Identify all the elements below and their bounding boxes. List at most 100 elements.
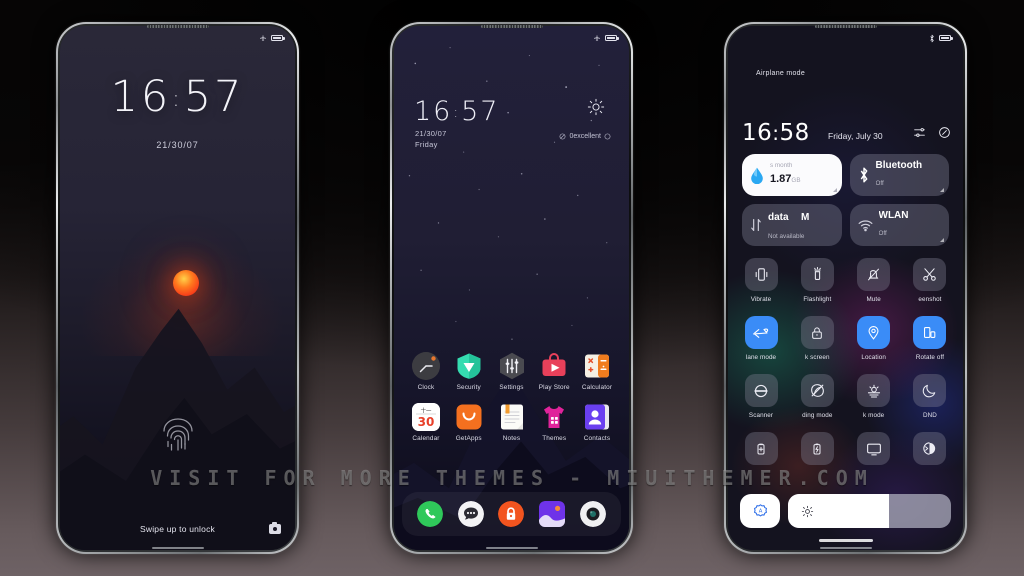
toggle-label: k screen	[805, 354, 830, 361]
toggle-label: Location	[861, 354, 886, 361]
bottom-chin	[151, 547, 204, 549]
weather-status[interactable]: 0excellent	[559, 133, 611, 140]
home-clock-widget[interactable]: 16:57	[414, 96, 499, 127]
tile-expand-corner[interactable]	[832, 188, 837, 192]
data-usage-tile[interactable]: s month 1.87GB	[742, 154, 842, 196]
toggle-screenshot[interactable]: eenshot	[907, 258, 953, 303]
app-getapps[interactable]: GetApps	[449, 403, 489, 442]
home-clock-hours: 16	[414, 96, 453, 127]
toggle-label: Mute	[866, 296, 881, 303]
toggle-reading-mode[interactable]: ding mode	[794, 374, 840, 419]
airplane-icon	[593, 34, 601, 42]
bottom-chin	[485, 547, 538, 549]
status-right	[259, 34, 285, 42]
camera-lens-icon[interactable]	[579, 501, 606, 527]
lock-clock-separator: :	[172, 87, 183, 112]
toggle-rotate[interactable]: Rotate off	[907, 316, 953, 361]
app-play-store[interactable]: Play Store	[534, 352, 574, 391]
app-security[interactable]: Security	[449, 352, 489, 391]
toggle-airplane-mode[interactable]: lane mode	[738, 316, 784, 361]
cc-clock-minutes: 58	[779, 120, 810, 146]
toggle-mute[interactable]: Mute	[851, 258, 897, 303]
lock-icon[interactable]	[498, 501, 525, 527]
battery-icon	[271, 34, 285, 42]
brightness-slider[interactable]	[788, 494, 951, 528]
play-store-icon	[540, 352, 568, 380]
status-right	[593, 34, 619, 42]
auto-brightness-icon[interactable]: A	[740, 494, 780, 528]
app-settings[interactable]: Settings	[492, 352, 532, 391]
svg-text:30: 30	[418, 415, 435, 429]
messages-icon[interactable]	[457, 501, 484, 527]
toggle-battery-charge[interactable]	[794, 432, 840, 470]
status-right	[929, 34, 953, 43]
lock-clock-minutes: 57	[183, 72, 245, 122]
toggle-dnd[interactable]: DND	[907, 374, 953, 419]
home-clock-minutes: 57	[461, 96, 500, 127]
toggle-flashlight[interactable]: Flashlight	[794, 258, 840, 303]
app-label: Notes	[502, 435, 521, 442]
cc-date: Friday, July 30	[828, 131, 883, 141]
toggle-dark-mode[interactable]	[907, 432, 953, 470]
gallery-icon[interactable]	[539, 501, 566, 527]
calendar-icon: 十一 30	[412, 403, 440, 431]
cast-screen-icon	[857, 432, 891, 465]
mobile-data-text: data M Not available	[768, 207, 809, 244]
rotate-icon	[913, 316, 947, 349]
app-label: Settings	[499, 384, 524, 391]
data-arrows-icon	[750, 218, 762, 232]
security-shield-icon	[455, 352, 483, 380]
toggle-label: Rotate off	[915, 354, 945, 361]
app-label: Clock	[417, 384, 435, 391]
toggle-battery-saver[interactable]	[738, 432, 784, 470]
toggle-label: lane mode	[745, 354, 777, 361]
app-label: Play Store	[538, 384, 570, 391]
toggle-lock-screen[interactable]: k screen	[794, 316, 840, 361]
app-calendar[interactable]: 十一 30 Calendar	[406, 403, 446, 442]
app-themes[interactable]: Themes	[534, 403, 574, 442]
home-clock-separator: :	[453, 105, 461, 121]
bluetooth-title: Bluetooth	[875, 160, 923, 172]
data-usage-value: 1.87	[770, 173, 792, 186]
tile-expand-corner[interactable]	[940, 188, 944, 192]
cc-status-bar	[728, 26, 963, 46]
mobile-data-tile[interactable]: data M Not available	[742, 204, 842, 246]
app-clock[interactable]: Clock	[406, 352, 446, 391]
cc-header-actions	[913, 126, 951, 139]
calculator-icon	[583, 352, 611, 380]
toggle-dark-mode-sunset[interactable]: k mode	[851, 374, 897, 419]
data-usage-unit: GB	[791, 177, 801, 185]
toggle-label: Vibrate	[750, 296, 772, 303]
bluetooth-text: Bluetooth Off	[876, 160, 923, 190]
toggle-scanner[interactable]: Scanner	[738, 374, 784, 419]
clock-icon	[412, 352, 440, 380]
swipe-hint-label: Swipe up to unlock	[140, 524, 215, 534]
toggle-location[interactable]: Location	[851, 316, 897, 361]
camera-icon[interactable]	[269, 522, 281, 534]
toggle-cast[interactable]	[851, 432, 897, 470]
mobile-data-title: data	[768, 211, 789, 223]
app-calculator[interactable]: Calculator	[577, 352, 617, 391]
battery-icon	[605, 34, 619, 42]
bluetooth-tile[interactable]: Bluetooth Off	[849, 154, 949, 196]
toggle-label: DND	[923, 412, 937, 419]
toggle-vibrate[interactable]: Vibrate	[738, 258, 784, 303]
mute-bell-icon	[857, 258, 891, 291]
settings-sliders-icon[interactable]	[913, 126, 926, 139]
home-indicator[interactable]	[818, 539, 873, 542]
sunset-icon	[857, 374, 891, 407]
weather-trailing-icon	[604, 133, 611, 140]
app-notes[interactable]: Notes	[492, 403, 532, 442]
edit-toggles-icon[interactable]	[938, 126, 951, 139]
app-contacts[interactable]: Contacts	[577, 403, 617, 442]
tile-expand-corner[interactable]	[940, 238, 944, 242]
location-pin-icon	[857, 316, 891, 349]
toggle-label: Scanner	[748, 412, 774, 419]
phone-control-center: Airplane mode 16:58 Friday, July 30 s mo…	[724, 22, 967, 554]
wlan-tile[interactable]: WLAN Off	[849, 204, 949, 246]
weather-label: 0excellent	[569, 133, 601, 140]
battery-charge-icon	[800, 432, 834, 465]
phone-icon[interactable]	[417, 501, 444, 527]
home-date: 21/30/07	[415, 129, 447, 138]
fingerprint-icon[interactable]	[161, 416, 195, 454]
